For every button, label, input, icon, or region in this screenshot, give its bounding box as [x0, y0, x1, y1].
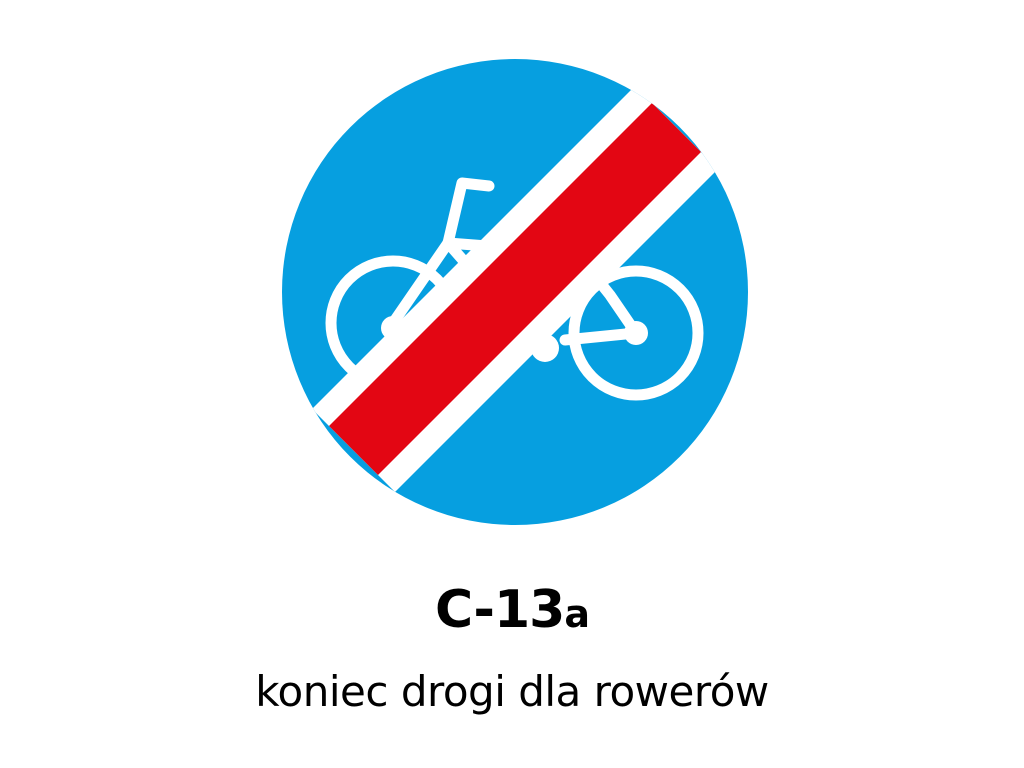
sign-code: C-13a — [0, 578, 1024, 646]
sign-caption: koniec drogi dla rowerów — [255, 667, 769, 716]
road-sign — [0, 0, 1024, 560]
sign-code-main: C-13 — [435, 580, 565, 640]
end-of-cycle-path-sign — [282, 59, 748, 525]
sign-code-suffix: a — [564, 592, 590, 636]
